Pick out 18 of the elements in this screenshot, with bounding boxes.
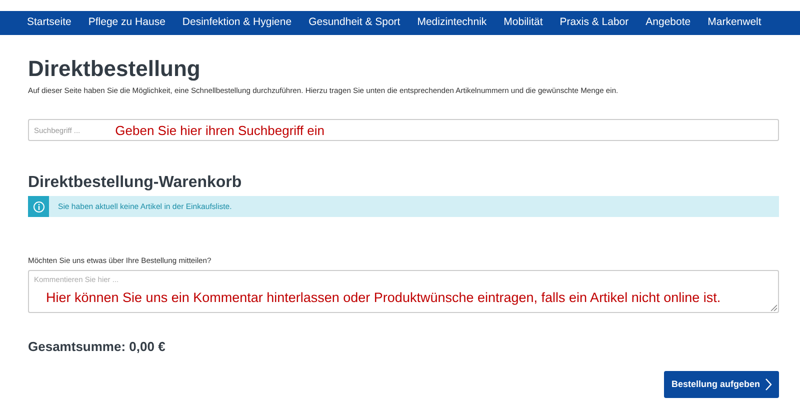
- annotation-text: Hier können Sie uns ein Kommentar hinterlassen oder Produktwünsche eintragen, falls ein Artikel nicht online ist.: [46, 289, 722, 308]
- total-amount: Gesamtsumme: 0,00 €: [28, 338, 166, 356]
- nav-link[interactable]: Mobilität: [504, 15, 543, 31]
- page-title: Direktbestellung: [28, 55, 202, 83]
- chevron-right-icon: [765, 378, 772, 392]
- nav-link[interactable]: Praxis & Labor: [560, 15, 629, 31]
- nav-link[interactable]: Desinfektion & Hygiene: [182, 15, 292, 31]
- annotation-text: Geben Sie hier ihren Suchbegriff ein: [115, 122, 324, 140]
- resize-handle-icon[interactable]: [770, 304, 777, 311]
- nav-link[interactable]: Gesundheit & Sport: [308, 15, 400, 31]
- nav-link[interactable]: Startseite: [27, 15, 72, 31]
- info-icon: [32, 200, 44, 213]
- nav-link[interactable]: Pflege zu Hause: [88, 15, 166, 31]
- submit-button[interactable]: Bestellung aufgeben: [664, 371, 779, 398]
- nav-link[interactable]: Angebote: [646, 15, 691, 31]
- nav-link[interactable]: Markenwelt: [708, 15, 762, 31]
- nav-link[interactable]: Medizintechnik: [417, 15, 487, 31]
- cart-heading: Direktbestellung-Warenkorb: [28, 173, 243, 194]
